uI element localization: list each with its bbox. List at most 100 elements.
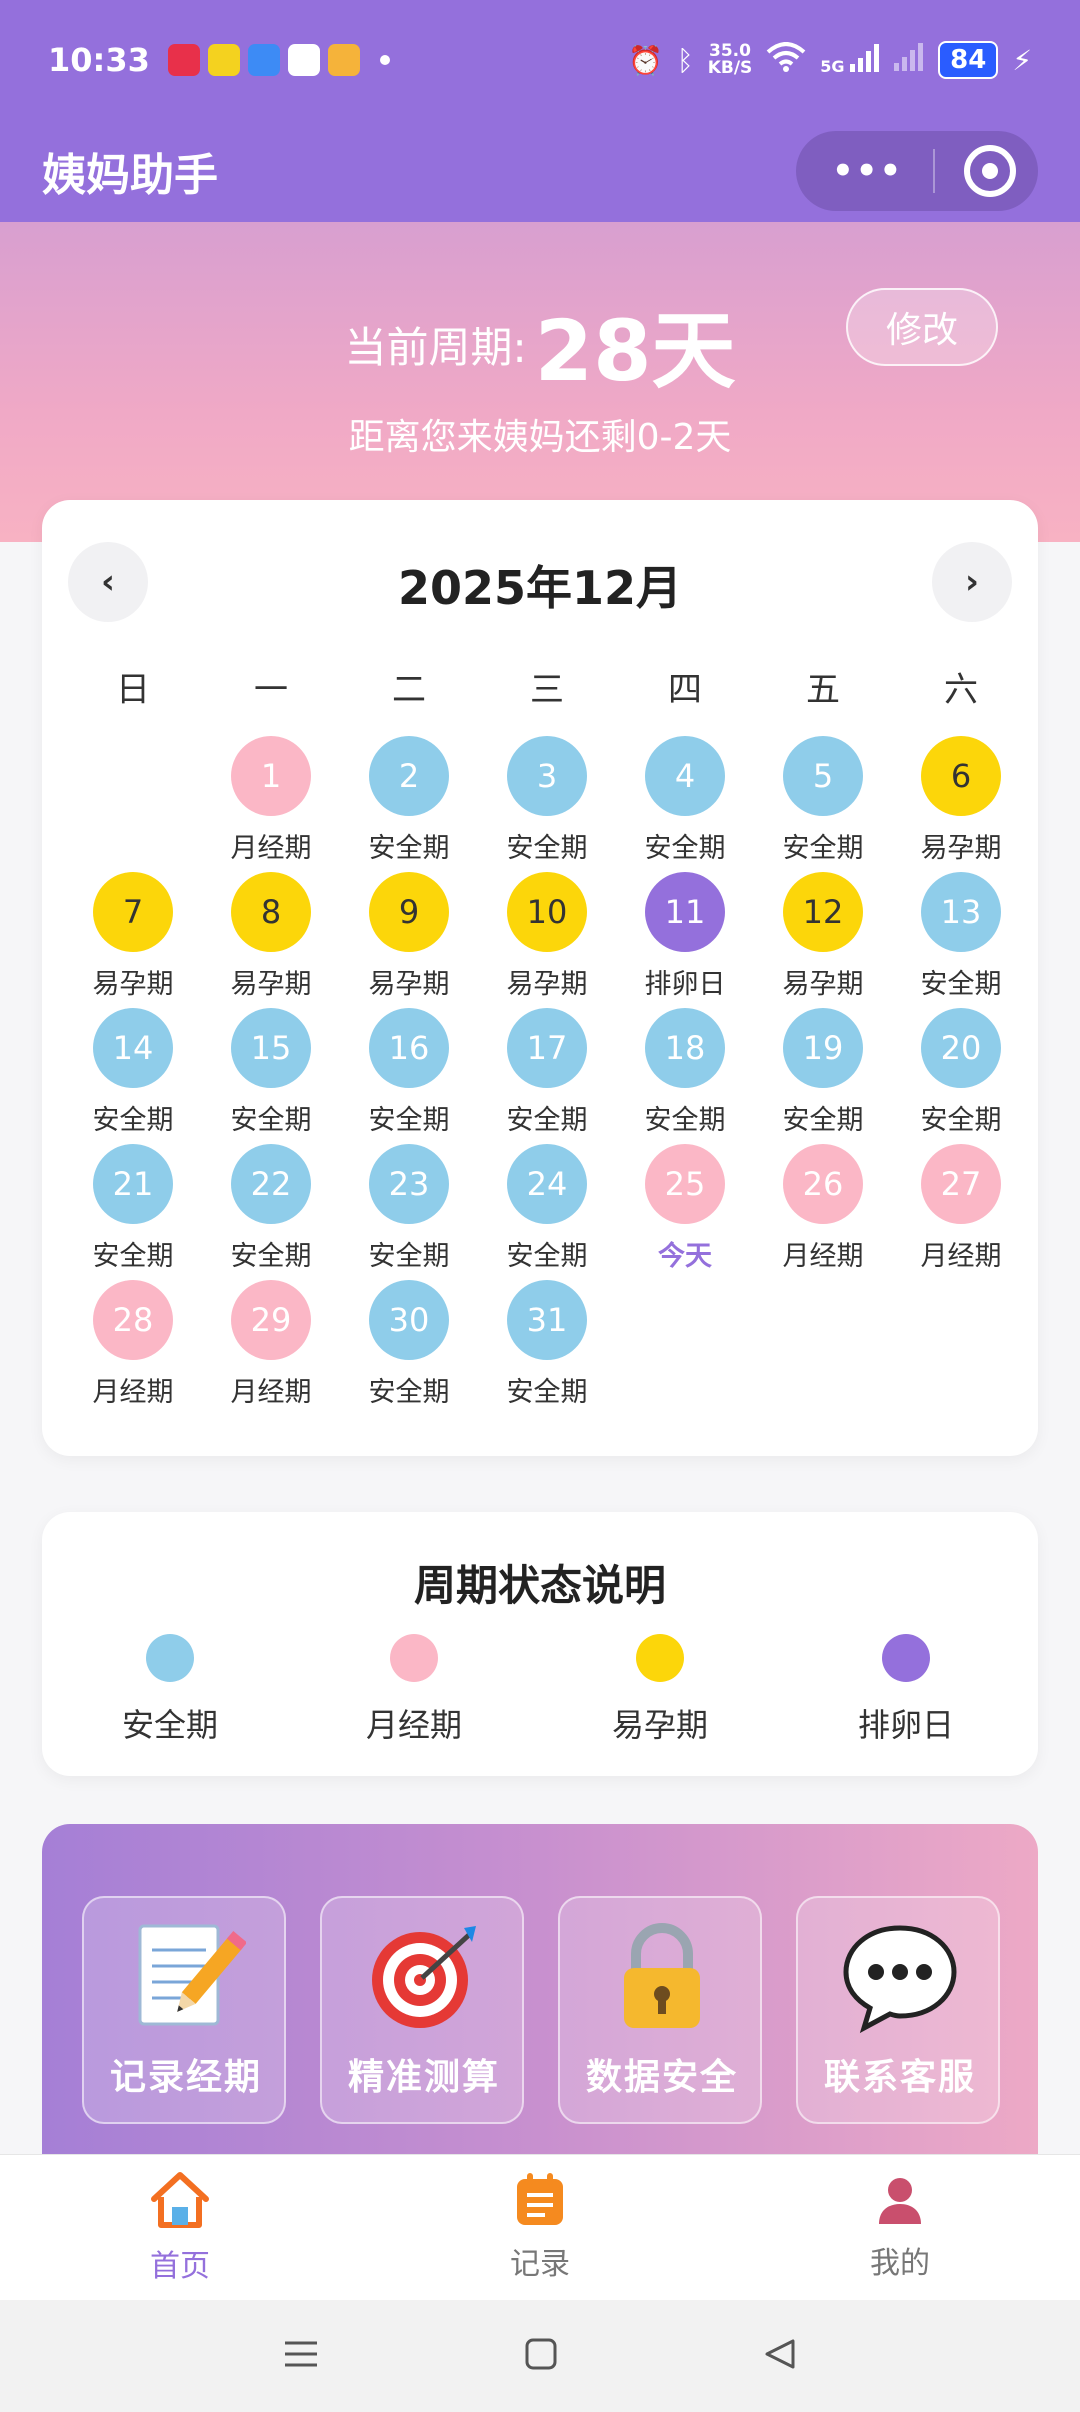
calendar-day[interactable]: 13 安全期 bbox=[892, 872, 1030, 1008]
day-status-label: 安全期 bbox=[506, 833, 588, 864]
memo-pencil-icon bbox=[84, 1916, 288, 2036]
day-number: 10 bbox=[507, 872, 587, 952]
bluetooth-icon: ᛒ bbox=[676, 43, 694, 77]
tab-records[interactable]: 记录 bbox=[360, 2155, 720, 2300]
day-number: 27 bbox=[921, 1144, 1001, 1224]
calendar-day[interactable]: 2 安全期 bbox=[340, 736, 478, 872]
day-number: 13 bbox=[921, 872, 1001, 952]
calendar-day[interactable]: 19 安全期 bbox=[754, 1008, 892, 1144]
calendar-day[interactable]: 7 易孕期 bbox=[64, 872, 202, 1008]
day-status-label: 易孕期 bbox=[782, 969, 864, 1000]
calendar-day[interactable]: 29 月经期 bbox=[202, 1280, 340, 1416]
calendar-day[interactable]: 11 排卵日 bbox=[616, 872, 754, 1008]
recent-apps-button[interactable] bbox=[283, 2339, 319, 2373]
target-dart-icon bbox=[322, 1916, 526, 2036]
weekday-label: 五 bbox=[806, 670, 840, 710]
feature-precise-calc[interactable]: 精准测算 bbox=[320, 1896, 524, 2124]
next-month-button[interactable]: › bbox=[932, 542, 1012, 622]
day-status-label: 安全期 bbox=[506, 1241, 588, 1272]
day-status-label: 安全期 bbox=[644, 833, 726, 864]
calendar-day[interactable]: 1 月经期 bbox=[202, 736, 340, 872]
legend-color-dot bbox=[146, 1634, 194, 1682]
calendar-day[interactable]: 26 月经期 bbox=[754, 1144, 892, 1280]
calendar-day[interactable]: 4 安全期 bbox=[616, 736, 754, 872]
feature-label: 联系客服 bbox=[823, 2057, 976, 2098]
app-notification-icon bbox=[167, 44, 200, 76]
edit-cycle-button[interactable]: 修改 bbox=[846, 288, 998, 366]
day-number: 15 bbox=[231, 1008, 311, 1088]
legend-item: 易孕期 bbox=[560, 1634, 760, 1746]
home-button[interactable] bbox=[524, 2337, 558, 2375]
day-number: 24 bbox=[507, 1144, 587, 1224]
day-status-label: 月经期 bbox=[920, 1241, 1002, 1272]
tab-home[interactable]: 首页 bbox=[0, 2155, 360, 2300]
calendar-day[interactable]: 12 易孕期 bbox=[754, 872, 892, 1008]
calendar-day[interactable]: 17 安全期 bbox=[478, 1008, 616, 1144]
calendar-day[interactable]: 20 安全期 bbox=[892, 1008, 1030, 1144]
day-status-label: 安全期 bbox=[92, 1105, 174, 1136]
signal-5g-icon: 5G bbox=[820, 44, 880, 76]
feature-record-period[interactable]: 记录经期 bbox=[82, 1896, 286, 2124]
calendar-day[interactable]: 5 安全期 bbox=[754, 736, 892, 872]
back-button[interactable] bbox=[763, 2337, 797, 2375]
calendar-day[interactable]: 8 易孕期 bbox=[202, 872, 340, 1008]
calendar-day[interactable]: 15 安全期 bbox=[202, 1008, 340, 1144]
status-bar: 10:33 ⏰ ᛒ 35.0 KB/S 5G 84 ⚡ bbox=[0, 0, 1080, 120]
day-status-label: 易孕期 bbox=[230, 969, 312, 1000]
day-status-label: 安全期 bbox=[644, 1105, 726, 1136]
calendar-day[interactable]: 25 今天 bbox=[616, 1144, 754, 1280]
legend-item: 月经期 bbox=[314, 1634, 514, 1746]
more-options-button[interactable]: ••• bbox=[832, 151, 903, 191]
legend-label: 易孕期 bbox=[611, 1706, 708, 1744]
status-time: 10:33 bbox=[48, 41, 150, 79]
cycle-summary-banner: 当前周期:28天 修改 距离您来姨妈还剩0-2天 bbox=[0, 222, 1080, 542]
calendar-day[interactable]: 9 易孕期 bbox=[340, 872, 478, 1008]
calendar-day[interactable]: 30 安全期 bbox=[340, 1280, 478, 1416]
calendar-day[interactable]: 31 安全期 bbox=[478, 1280, 616, 1416]
wifi-icon bbox=[766, 41, 806, 79]
app-notification-icon bbox=[247, 44, 280, 76]
feature-contact-support[interactable]: 联系客服 bbox=[796, 1896, 1000, 2124]
cycle-label: 当前周期: bbox=[344, 323, 527, 372]
day-number: 19 bbox=[783, 1008, 863, 1088]
calendar-day[interactable]: 27 月经期 bbox=[892, 1144, 1030, 1280]
day-status-label: 安全期 bbox=[368, 1241, 450, 1272]
weekday-label: 日 bbox=[116, 670, 150, 710]
calendar-day[interactable]: 22 安全期 bbox=[202, 1144, 340, 1280]
day-status-label: 易孕期 bbox=[920, 833, 1002, 864]
day-status-label: 安全期 bbox=[782, 833, 864, 864]
day-status-label: 易孕期 bbox=[92, 969, 174, 1000]
feature-label: 数据安全 bbox=[585, 2057, 738, 2098]
calendar-day[interactable]: 16 安全期 bbox=[340, 1008, 478, 1144]
home-icon bbox=[150, 2171, 210, 2233]
day-status-label: 易孕期 bbox=[506, 969, 588, 1000]
calendar-day[interactable]: 3 安全期 bbox=[478, 736, 616, 872]
calendar-day[interactable]: 18 安全期 bbox=[616, 1008, 754, 1144]
day-number: 21 bbox=[93, 1144, 173, 1224]
day-number: 16 bbox=[369, 1008, 449, 1088]
feature-data-security[interactable]: 数据安全 bbox=[558, 1896, 762, 2124]
calendar-day[interactable]: 21 安全期 bbox=[64, 1144, 202, 1280]
day-status-label: 安全期 bbox=[782, 1105, 864, 1136]
calendar-day[interactable]: 23 安全期 bbox=[340, 1144, 478, 1280]
weekday-label: 六 bbox=[944, 670, 978, 710]
calendar-day[interactable]: 14 安全期 bbox=[64, 1008, 202, 1144]
bottom-tab-bar: 首页 记录 我的 bbox=[0, 2154, 1080, 2300]
calendar-day[interactable]: 6 易孕期 bbox=[892, 736, 1030, 872]
day-status-label: 月经期 bbox=[230, 1377, 312, 1408]
calendar-day[interactable]: 28 月经期 bbox=[64, 1280, 202, 1416]
signal-weak-icon bbox=[894, 42, 924, 78]
tab-profile[interactable]: 我的 bbox=[720, 2155, 1080, 2300]
day-status-label: 月经期 bbox=[92, 1377, 174, 1408]
day-number: 23 bbox=[369, 1144, 449, 1224]
day-number: 26 bbox=[783, 1144, 863, 1224]
calendar-day[interactable]: 24 安全期 bbox=[478, 1144, 616, 1280]
legend-color-dot bbox=[390, 1634, 438, 1682]
calendar-day[interactable]: 10 易孕期 bbox=[478, 872, 616, 1008]
day-status-label: 安全期 bbox=[506, 1105, 588, 1136]
close-mini-program-button[interactable] bbox=[963, 145, 1016, 197]
legend-title: 周期状态说明 bbox=[413, 1561, 666, 1610]
speech-bubble-icon bbox=[798, 1916, 1002, 2036]
feature-label: 记录经期 bbox=[109, 2057, 262, 2098]
padlock-icon bbox=[560, 1916, 764, 2036]
